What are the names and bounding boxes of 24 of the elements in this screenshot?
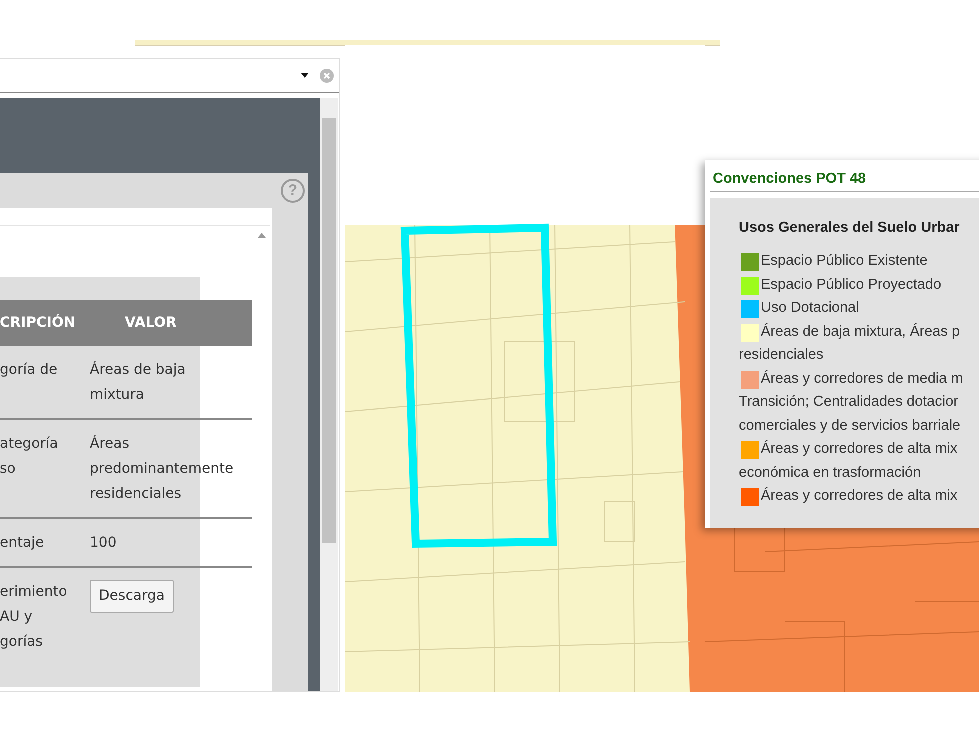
legend-label: Áreas de baja mixtura, Áreas p residenciales <box>739 322 962 365</box>
table-cell-text: Áreas predominantemente residenciales <box>90 434 234 504</box>
column-header: VALOR <box>125 315 177 331</box>
legend-label: Espacio Público Proyectado <box>760 276 943 294</box>
table-cell-text: erimiento AU y gorías <box>0 583 68 652</box>
table-cell-text: ategoría so <box>0 435 60 479</box>
dropdown-caret-icon[interactable] <box>301 73 309 78</box>
legend-label: Áreas y corredores de media m Transición; Centralidades dotacior comerciales y de servicios barriale <box>739 369 964 436</box>
legend-section-title: Usos Generales del Suelo Urbar <box>739 220 961 236</box>
legend-label: Espacio Público Existente <box>760 252 929 271</box>
table-cell-text: goría de <box>0 361 59 380</box>
table-cell-text: 100 <box>90 534 117 553</box>
table-cell-text: Áreas de baja mixtura <box>90 360 186 405</box>
legend-label: Uso Dotacional <box>760 299 860 318</box>
legend-label: Áreas y corredores de alta mix económica en trasformación <box>739 439 959 482</box>
table-cell-text: entaje <box>0 534 46 553</box>
legend-title: Convenciones POT 48 <box>710 160 979 192</box>
column-header: CRIPCIÓN <box>0 315 77 331</box>
download-button[interactable]: Descarga <box>90 580 174 613</box>
legend-label: Áreas y corredores de alta mix <box>760 486 959 506</box>
scrollbar-thumb[interactable] <box>322 118 336 543</box>
scroll-up-icon[interactable] <box>258 233 266 238</box>
close-icon[interactable] <box>320 68 334 82</box>
scrollbar[interactable] <box>320 98 338 691</box>
